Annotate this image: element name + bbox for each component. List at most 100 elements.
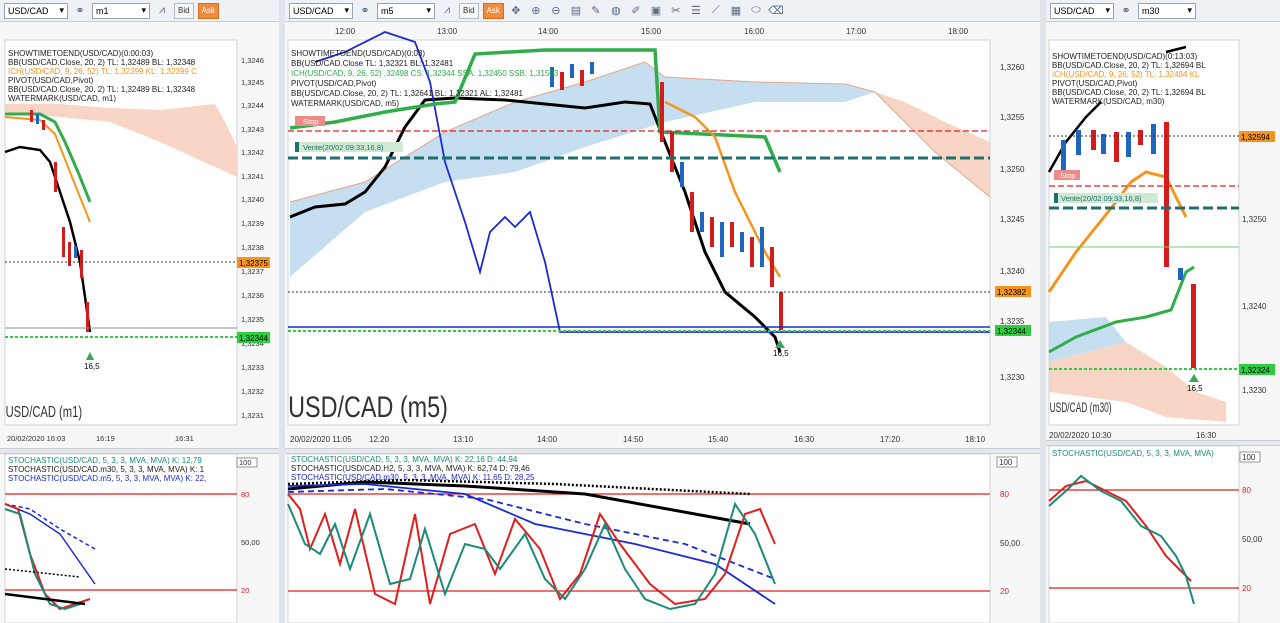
timeframe-label-m1: m1 <box>96 5 109 16</box>
watermark: USD/CAD (m1) <box>6 402 82 421</box>
stoch-tick: 20 <box>241 586 249 595</box>
candle <box>570 64 574 78</box>
price-tick: 1,3235 <box>241 315 264 324</box>
price-badge-orange-text: 1,32382 <box>997 288 1026 297</box>
main-chart-m30: Stop Vente(20/02 09:33,16,8) SHOWTIMETOE… <box>1047 39 1275 440</box>
stoch-tick: 80 <box>241 490 249 499</box>
stoch-tick: 50,00 <box>1242 535 1263 544</box>
stoch-tick: 80 <box>1242 486 1251 495</box>
image-icon[interactable]: ▣ <box>648 3 664 19</box>
legend-line-0: SHOWTIMETOEND(USD/CAD)(0:03) <box>291 49 425 58</box>
zoom-out-icon[interactable]: ⊖ <box>548 3 564 19</box>
candle <box>36 114 39 124</box>
legend-line-0: SHOWTIMETOEND(USD/CAD)(0:00:03) <box>8 49 154 58</box>
stoch-chart-m30: STOCHASTIC(USD/CAD, 5, 3, 3, MVA, MVA) 1… <box>1048 446 1263 623</box>
price-tick: 1,3242 <box>241 148 264 157</box>
price-tick: 1,3250 <box>1242 215 1267 224</box>
symbol-label-m5: USD/CAD <box>293 5 334 16</box>
stoch-tick: 80 <box>1000 490 1009 499</box>
link-icon[interactable]: ⚭ <box>72 3 88 19</box>
chart-panel-m5: USD/CAD ▾ ⚭ m5 ▾ ⩘ Bid Ask ✥ ⊕ ⊖ ▤ ✎ ◍ ✐ ▣… <box>285 0 1040 623</box>
chart-type-icon[interactable]: ⩘ <box>439 3 455 19</box>
crosshair-icon[interactable]: ✥ <box>508 3 524 19</box>
top-time-tick: 16:00 <box>744 27 765 36</box>
symbol-label-m30: USD/CAD <box>1054 5 1095 16</box>
symbol-select-m5[interactable]: USD/CAD ▾ <box>289 2 353 19</box>
price-tick: 1,3244 <box>241 101 264 110</box>
price-tick: 1,3238 <box>241 243 264 252</box>
bid-button-m1[interactable]: Bid <box>174 2 194 19</box>
price-badge-green-text: 1,32344 <box>997 327 1026 336</box>
time-tick: 20/02/2020 10:30 <box>1049 431 1112 440</box>
ellipse-icon[interactable]: ⬭ <box>748 3 764 19</box>
timeframe-select-m1[interactable]: m1 ▾ <box>92 2 150 19</box>
chart-type-icon[interactable]: ⩘ <box>154 3 170 19</box>
price-tick: 1,3231 <box>241 411 264 420</box>
price-badge-green-text: 1,32324 <box>1241 366 1270 375</box>
symbol-select-m30[interactable]: USD/CAD ▾ <box>1050 2 1114 19</box>
top-time-tick: 12:00 <box>335 27 356 36</box>
legend-line-5: WATERMARK(USD/CAD, m1) <box>8 94 116 103</box>
time-tick: 14:50 <box>623 435 644 444</box>
vente-tag-text: Vente(20/02 09:33,16,8) <box>303 143 384 152</box>
trend-icon[interactable]: ⟋ <box>708 3 724 19</box>
legend-line-2: ICH(USD/CAD, 9, 26, 52) ,32498 CS: 1,323… <box>291 69 559 78</box>
time-axis: 20/02/2020 10:30 16:30 <box>1049 431 1217 440</box>
timeframe-label-m30: m30 <box>1142 5 1160 16</box>
stoch-tick: 50,00 <box>241 538 260 547</box>
timeframe-select-m5[interactable]: m5 ▾ <box>377 2 435 19</box>
candle <box>1191 284 1196 368</box>
price-tick: 1,3246 <box>241 56 264 65</box>
stoch-legend-2: STOCHASTIC(USD/CAD.m5, 5, 3, 3, MVA, MVA… <box>8 474 206 483</box>
ask-button-m5[interactable]: Ask <box>482 2 504 19</box>
top-time-tick: 17:00 <box>846 27 867 36</box>
top-time-tick: 15:00 <box>641 27 662 36</box>
stoch-legend: STOCHASTIC(USD/CAD, 5, 3, 3, MVA, MVA) K… <box>291 455 535 482</box>
pencil-icon[interactable]: ✐ <box>628 3 644 19</box>
price-tick: 1,3232 <box>241 387 264 396</box>
ask-button-m1[interactable]: Ask <box>197 2 219 19</box>
draw-icon[interactable]: ✎ <box>588 3 604 19</box>
eraser-icon[interactable]: ⌫ <box>768 3 784 19</box>
vente-tag-marker <box>1054 193 1058 203</box>
toolbar-m30: USD/CAD ▾ ⚭ m30 ▾ <box>1046 0 1280 22</box>
candle <box>1076 130 1081 155</box>
link-icon[interactable]: ⚭ <box>357 3 373 19</box>
price-tick: 1,3235 <box>1000 317 1025 326</box>
chevron-down-icon: ▾ <box>426 5 431 15</box>
candle <box>42 120 45 130</box>
tools-icon[interactable]: ✂ <box>668 3 684 19</box>
time-tick: 16:19 <box>96 434 115 443</box>
grid-icon[interactable]: ▦ <box>728 3 744 19</box>
chart-panel-m1: USD/CAD ▾ ⚭ m1 ▾ ⩘ Bid Ask SHOWTIMETOEND(U… <box>0 0 279 623</box>
link-icon[interactable]: ⚭ <box>1118 3 1134 19</box>
candle <box>700 212 704 232</box>
stoch-tick: 100 <box>1242 453 1256 462</box>
candle <box>680 162 684 187</box>
bid-button-m5[interactable]: Bid <box>459 2 479 19</box>
legend-line-2: ICH(USD/CAD, 9, 26, 52) TL: 1,32484 KL <box>1052 70 1200 79</box>
candle <box>1061 140 1066 170</box>
legend-line-1: BB(USD/CAD.Close, 20, 2) TL: 1,32489 BL:… <box>8 58 196 67</box>
time-tick: 17:20 <box>880 435 901 444</box>
indicators-icon[interactable]: ▤ <box>568 3 584 19</box>
symbol-select-m1[interactable]: USD/CAD ▾ <box>4 2 68 19</box>
lines-icon[interactable]: ☰ <box>688 3 704 19</box>
stoch-axis: 100 80 50,00 20 <box>996 456 1021 596</box>
time-tick: 18:10 <box>965 435 986 444</box>
zoom-in-icon[interactable]: ⊕ <box>528 3 544 19</box>
price-tick: 1,3241 <box>241 172 264 181</box>
globe-icon[interactable]: ◍ <box>608 3 624 19</box>
stoch-tick: 100 <box>999 458 1013 467</box>
legend-line-4: BB(USD/CAD.Close, 20, 2) TL: 1,32641 BL:… <box>291 89 524 98</box>
price-tick: 1,3250 <box>1000 165 1025 174</box>
time-tick: 16:30 <box>794 435 815 444</box>
chart-panel-m30: USD/CAD ▾ ⚭ m30 ▾ Stop Vente(20/02 09:33… <box>1046 0 1280 623</box>
stoch-tick: 50,00 <box>1000 539 1021 548</box>
timeframe-select-m30[interactable]: m30 ▾ <box>1138 2 1196 19</box>
candle <box>80 250 83 278</box>
price-tick: 1,3245 <box>1000 215 1025 224</box>
price-tick: 1,3233 <box>241 363 264 372</box>
toolbar-m5: USD/CAD ▾ ⚭ m5 ▾ ⩘ Bid Ask ✥ ⊕ ⊖ ▤ ✎ ◍ ✐ ▣… <box>285 0 1040 22</box>
time-axis: 20/02/2020 11:05 12:20 13:10 14:00 14:50… <box>290 435 986 444</box>
